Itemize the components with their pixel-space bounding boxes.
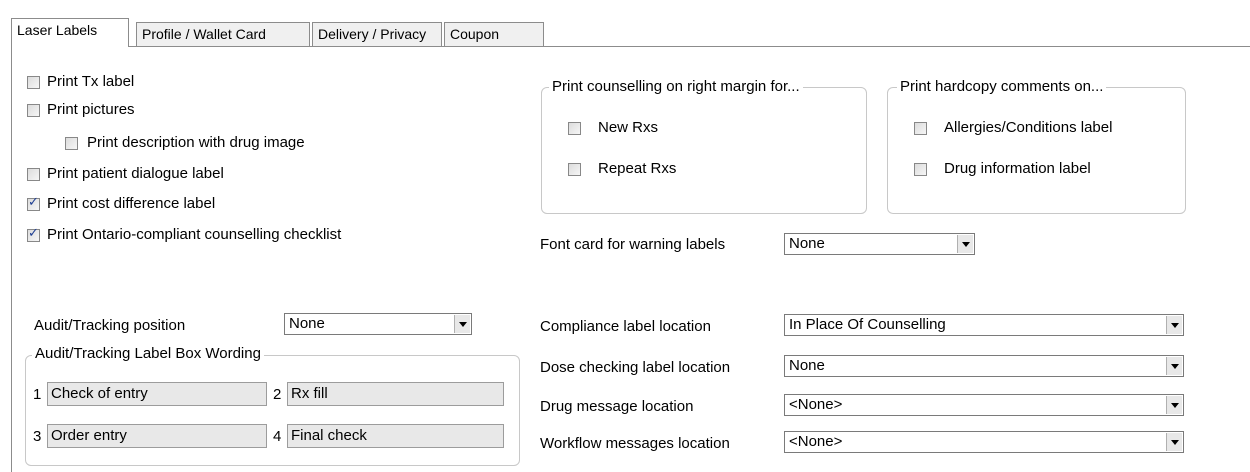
audit-field-1[interactable]: Check of entry xyxy=(47,382,267,406)
drug-message-location-dropdown[interactable]: <None> xyxy=(784,394,1184,416)
font-card-label: Font card for warning labels xyxy=(540,236,726,253)
tab-laser-labels[interactable]: Laser Labels xyxy=(11,18,129,47)
audit-position-label: Audit/Tracking position xyxy=(34,317,186,334)
tab-strip: Laser Labels Profile / Wallet Card Deliv… xyxy=(0,0,1250,47)
font-card-dropdown[interactable]: None xyxy=(784,233,975,255)
allergies-conditions-checkbox[interactable] xyxy=(914,122,927,135)
print-cost-difference-label: Print cost difference label xyxy=(47,195,216,212)
drug-information-label: Drug information label xyxy=(944,160,1091,177)
tab-delivery-privacy[interactable]: Delivery / Privacy xyxy=(312,22,442,46)
print-tx-label-checkbox[interactable] xyxy=(27,76,40,89)
workflow-messages-location-value: <None> xyxy=(789,433,843,450)
font-card-value: None xyxy=(789,235,825,252)
hardcopy-group-title: Print hardcopy comments on... xyxy=(897,78,1107,96)
audit-position-dropdown[interactable]: None xyxy=(284,313,472,335)
repeat-rxs-checkbox[interactable] xyxy=(568,163,581,176)
drug-message-location-value: <None> xyxy=(789,396,843,413)
hardcopy-group xyxy=(887,87,1186,214)
drug-message-location-label: Drug message location xyxy=(540,398,694,415)
dose-checking-location-value: None xyxy=(789,357,825,374)
counselling-group-title: Print counselling on right margin for... xyxy=(549,78,803,96)
audit-field-2-num: 2 xyxy=(273,386,282,403)
print-ontario-checklist-checkbox[interactable] xyxy=(27,226,40,242)
print-cost-difference-checkbox[interactable] xyxy=(27,195,40,211)
audit-field-4[interactable]: Final check xyxy=(287,424,504,448)
audit-field-3[interactable]: Order entry xyxy=(47,424,267,448)
print-tx-label-label: Print Tx label xyxy=(47,73,135,90)
audit-box-title: Audit/Tracking Label Box Wording xyxy=(32,345,264,363)
print-pictures-checkbox[interactable] xyxy=(27,104,40,117)
tab-coupon[interactable]: Coupon xyxy=(444,22,544,46)
print-patient-dialogue-label: Print patient dialogue label xyxy=(47,165,224,182)
dose-checking-location-dropdown[interactable]: None xyxy=(784,355,1184,377)
drug-information-checkbox[interactable] xyxy=(914,163,927,176)
workflow-messages-location-dropdown[interactable]: <None> xyxy=(784,431,1184,453)
audit-field-1-num: 1 xyxy=(33,386,42,403)
audit-field-3-num: 3 xyxy=(33,428,42,445)
allergies-conditions-label: Allergies/Conditions label xyxy=(944,119,1113,136)
audit-position-value: None xyxy=(289,315,325,332)
print-patient-dialogue-checkbox[interactable] xyxy=(27,168,40,181)
compliance-location-label: Compliance label location xyxy=(540,318,711,335)
chevron-down-icon[interactable] xyxy=(957,235,973,253)
dose-checking-location-label: Dose checking label location xyxy=(540,359,731,376)
workflow-messages-location-label: Workflow messages location xyxy=(540,435,730,452)
tab-profile-wallet-card[interactable]: Profile / Wallet Card xyxy=(136,22,310,46)
compliance-location-value: In Place Of Counselling xyxy=(789,316,946,333)
compliance-location-dropdown[interactable]: In Place Of Counselling xyxy=(784,314,1184,336)
counselling-group xyxy=(541,87,867,214)
audit-field-4-value: Final check xyxy=(291,427,367,444)
audit-field-4-num: 4 xyxy=(273,428,282,445)
chevron-down-icon[interactable] xyxy=(1166,316,1182,334)
audit-field-2-value: Rx fill xyxy=(291,385,328,402)
audit-field-1-value: Check of entry xyxy=(51,385,148,402)
chevron-down-icon[interactable] xyxy=(454,315,470,333)
audit-box-group xyxy=(25,355,520,466)
chevron-down-icon[interactable] xyxy=(1166,396,1182,414)
new-rxs-label: New Rxs xyxy=(598,119,659,136)
print-description-label: Print description with drug image xyxy=(87,134,305,151)
audit-field-2[interactable]: Rx fill xyxy=(287,382,504,406)
print-ontario-checklist-label: Print Ontario-compliant counselling chec… xyxy=(47,226,342,243)
chevron-down-icon[interactable] xyxy=(1166,433,1182,451)
print-pictures-label: Print pictures xyxy=(47,101,135,118)
new-rxs-checkbox[interactable] xyxy=(568,122,581,135)
audit-field-3-value: Order entry xyxy=(51,427,127,444)
repeat-rxs-label: Repeat Rxs xyxy=(598,160,677,177)
print-description-checkbox[interactable] xyxy=(65,137,78,150)
chevron-down-icon[interactable] xyxy=(1166,357,1182,375)
